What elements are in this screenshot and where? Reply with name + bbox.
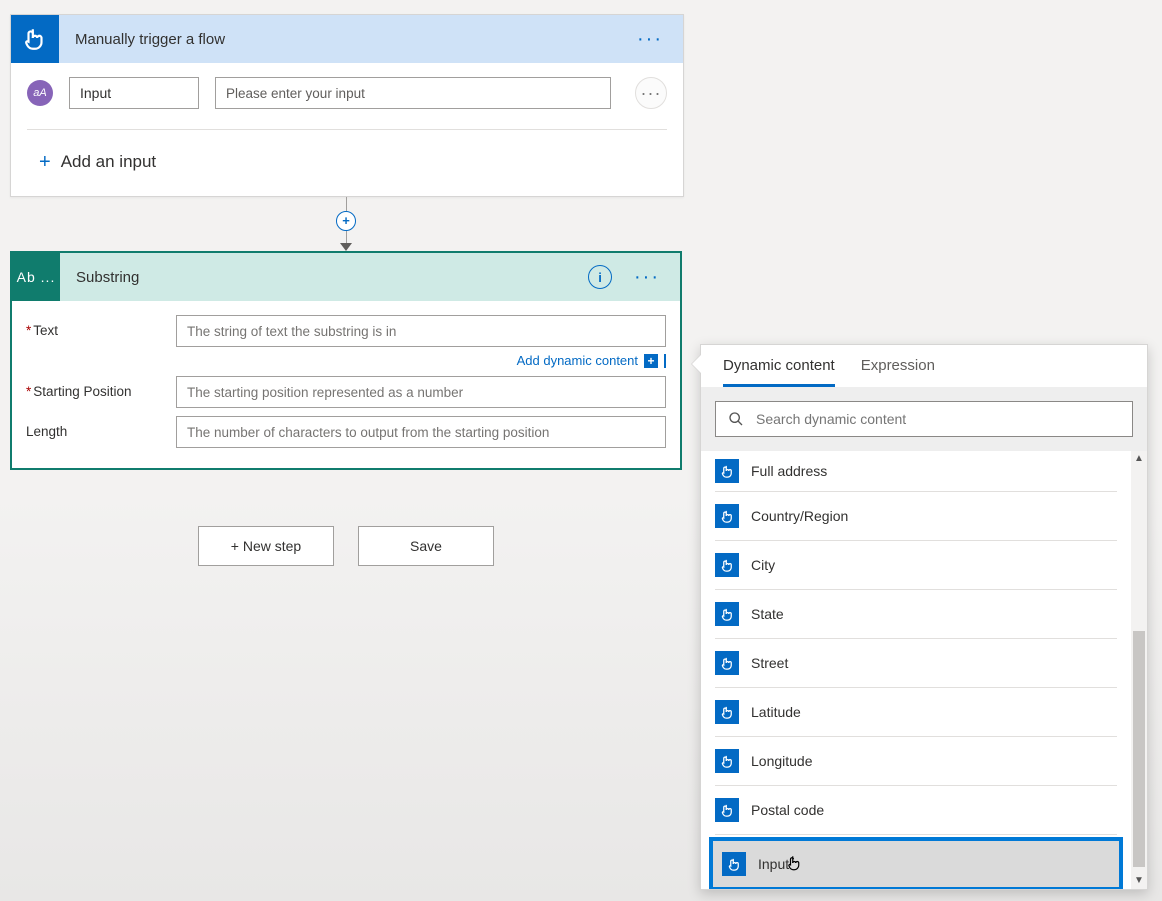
dynamic-content-list: Full address Country/Region City State Stree…	[701, 451, 1131, 889]
manual-trigger-icon	[11, 15, 59, 63]
input-name-field[interactable]: Input	[69, 77, 199, 109]
popup-search[interactable]	[715, 401, 1133, 437]
dc-item[interactable]: City	[715, 541, 1117, 590]
arrow-down-icon	[340, 243, 352, 251]
text-action-icon: Ab ...	[12, 253, 60, 301]
add-dynamic-content-link[interactable]: Add dynamic content +	[26, 349, 666, 376]
action-card: Ab ... Substring i ··· *Text The string …	[10, 251, 682, 470]
action-title: Substring	[60, 269, 588, 286]
step-buttons: + New step Save	[10, 526, 682, 566]
trigger-menu-ellipsis-icon[interactable]: ···	[633, 28, 667, 51]
action-header[interactable]: Ab ... Substring i ···	[12, 253, 680, 301]
scroll-thumb[interactable]	[1133, 631, 1145, 867]
manual-trigger-icon	[715, 798, 739, 822]
manual-trigger-icon	[722, 852, 746, 876]
action-body: *Text The string of text the substring i…	[12, 301, 680, 468]
dc-item-label: City	[751, 557, 775, 573]
action-menu-ellipsis-icon[interactable]: ···	[630, 266, 664, 289]
search-input[interactable]	[754, 410, 1120, 428]
dc-item[interactable]: Full address	[715, 451, 1117, 492]
dc-item-label: Street	[751, 655, 788, 671]
trigger-input-row: aA Input Please enter your input ···	[27, 77, 667, 109]
manual-trigger-icon	[715, 749, 739, 773]
add-input-label: Add an input	[61, 152, 156, 172]
connector: +	[10, 197, 682, 251]
dc-item-label: Input	[758, 856, 789, 872]
dc-item[interactable]: Postal code	[715, 786, 1117, 835]
dc-item-label: Postal code	[751, 802, 824, 818]
trigger-header[interactable]: Manually trigger a flow ···	[11, 15, 683, 63]
manual-trigger-icon	[715, 504, 739, 528]
param-length-input[interactable]: The number of characters to output from …	[176, 416, 666, 448]
scroll-up-icon[interactable]: ▲	[1131, 451, 1147, 467]
manual-trigger-icon	[715, 700, 739, 724]
manual-trigger-icon	[715, 459, 739, 483]
dynamic-content-popup: Dynamic content Expression Full address C…	[700, 344, 1148, 890]
insert-step-button[interactable]: +	[336, 211, 356, 231]
tab-expression[interactable]: Expression	[861, 357, 935, 387]
info-icon[interactable]: i	[588, 265, 612, 289]
input-row-menu-icon[interactable]: ···	[635, 77, 667, 109]
dc-item-label: Latitude	[751, 704, 801, 720]
param-start-input[interactable]: The starting position represented as a n…	[176, 376, 666, 408]
add-dynamic-content-label: Add dynamic content	[517, 353, 638, 368]
add-input-button[interactable]: + Add an input	[27, 130, 667, 196]
trigger-body: aA Input Please enter your input ··· + A…	[11, 63, 683, 196]
dc-item[interactable]: Longitude	[715, 737, 1117, 786]
dc-item-label: State	[751, 606, 784, 622]
input-avatar-icon: aA	[27, 80, 53, 106]
dc-item-label: Full address	[751, 463, 827, 479]
param-text-input[interactable]: The string of text the substring is in	[176, 315, 666, 347]
dc-item-label: Country/Region	[751, 508, 848, 524]
dc-item[interactable]: State	[715, 590, 1117, 639]
popup-list-wrap: Full address Country/Region City State Stree…	[701, 451, 1147, 889]
dc-item[interactable]: Street	[715, 639, 1117, 688]
param-text-label: *Text	[26, 315, 176, 338]
flow-canvas: Manually trigger a flow ··· aA Input Ple…	[10, 14, 682, 566]
trigger-title: Manually trigger a flow	[59, 31, 633, 48]
save-button[interactable]: Save	[358, 526, 494, 566]
dynamic-content-plus-icon: +	[644, 354, 658, 368]
dc-item[interactable]: Input	[711, 839, 1121, 889]
param-start-row: *Starting Position The starting position…	[26, 376, 666, 408]
popup-scrollbar[interactable]: ▲ ▼	[1131, 451, 1147, 889]
search-icon	[728, 411, 744, 427]
manual-trigger-icon	[715, 553, 739, 577]
dc-item-label: Longitude	[751, 753, 813, 769]
popup-caret-icon	[692, 355, 701, 373]
dc-item[interactable]: Latitude	[715, 688, 1117, 737]
param-length-row: Length The number of characters to outpu…	[26, 416, 666, 448]
scroll-down-icon[interactable]: ▼	[1131, 873, 1147, 889]
param-start-label: *Starting Position	[26, 376, 176, 399]
trigger-card: Manually trigger a flow ··· aA Input Ple…	[10, 14, 684, 197]
param-length-label: Length	[26, 416, 176, 439]
param-text-row: *Text The string of text the substring i…	[26, 315, 666, 347]
new-step-button[interactable]: + New step	[198, 526, 334, 566]
manual-trigger-icon	[715, 651, 739, 675]
manual-trigger-icon	[715, 602, 739, 626]
dynamic-content-bar-icon	[664, 354, 666, 368]
tab-dynamic-content[interactable]: Dynamic content	[723, 357, 835, 387]
dc-item[interactable]: Country/Region	[715, 492, 1117, 541]
input-description-field[interactable]: Please enter your input	[215, 77, 611, 109]
plus-icon: +	[39, 152, 51, 172]
popup-search-wrap	[701, 387, 1147, 451]
popup-tabs: Dynamic content Expression	[701, 345, 1147, 387]
